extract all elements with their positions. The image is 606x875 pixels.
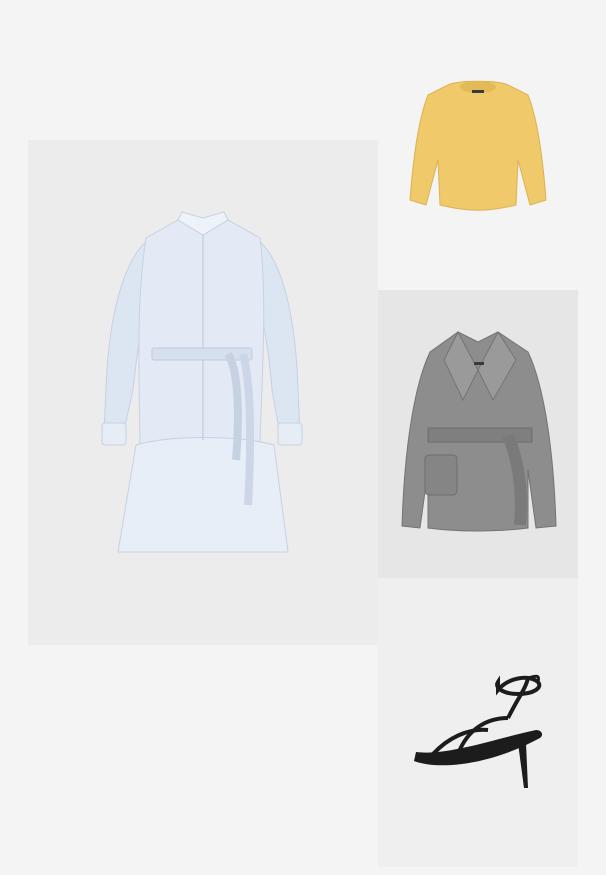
knit-sweater-image — [409, 80, 547, 211]
wool-coat-image — [401, 330, 557, 532]
outfit-board: { "items": [ {"id": "dress", "name": "sh… — [0, 0, 606, 875]
strappy-sandal-image — [414, 674, 543, 788]
shirt-dress-image — [101, 211, 303, 553]
product-tile-dress[interactable] — [28, 140, 378, 645]
product-tile-sandal[interactable] — [378, 578, 578, 867]
product-tile-sweater[interactable] — [378, 0, 578, 290]
product-tile-coat[interactable] — [378, 290, 578, 578]
